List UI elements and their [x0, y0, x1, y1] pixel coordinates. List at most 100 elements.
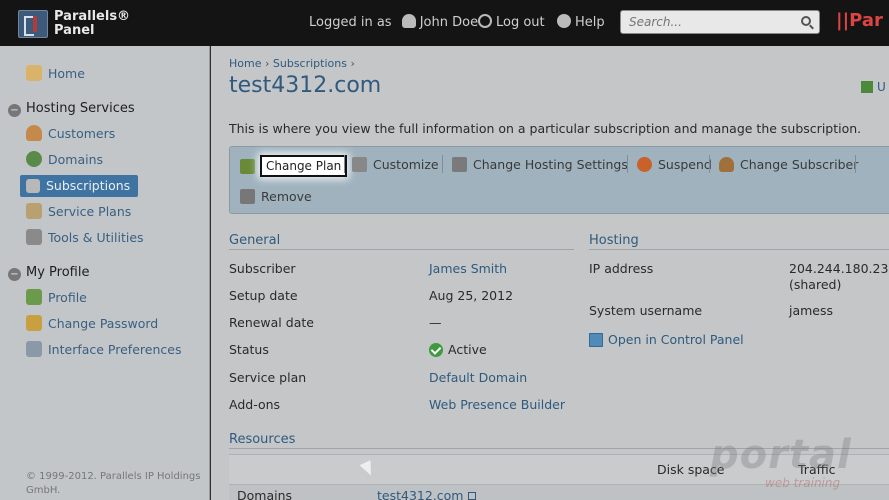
ip-address-label: IP address — [589, 261, 654, 276]
parallels-brand-partial: ||Par — [836, 10, 883, 31]
service-plan-icon — [26, 203, 42, 219]
logo-text-line2: Panel — [54, 23, 95, 38]
suspend-button[interactable]: Suspend — [637, 153, 712, 177]
sidebar: Home − Hosting Services Customers Domains… — [0, 46, 210, 500]
subscriber-label: Subscriber — [229, 261, 296, 276]
customer-icon — [26, 125, 42, 141]
hosting-heading: Hosting — [589, 233, 639, 248]
tools-icon — [26, 229, 42, 245]
status-value: Active — [429, 342, 487, 357]
sidebar-item-label: Subscriptions — [46, 178, 131, 193]
toolbar-separator — [855, 155, 856, 173]
top-bar: Parallels® Panel Logged in as John Doe L… — [0, 0, 889, 46]
collapse-icon: − — [8, 268, 21, 281]
sidebar-item-label: Service Plans — [48, 204, 132, 219]
toolbar-separator — [709, 155, 710, 173]
help-label: Help — [575, 15, 605, 30]
sidebar-item-profile[interactable]: Profile — [26, 288, 87, 308]
user-icon — [401, 14, 416, 28]
search-box[interactable] — [620, 10, 820, 34]
open-control-panel-link[interactable]: Open in Control Panel — [589, 332, 744, 347]
watermark-logo: portal — [710, 432, 852, 478]
sidebar-item-interface-preferences[interactable]: Interface Preferences — [26, 340, 181, 360]
logo-text-line1: Parallels® — [54, 9, 131, 24]
hosting-settings-icon — [452, 157, 467, 172]
customize-label: Customize — [373, 157, 439, 172]
external-link-icon — [467, 492, 476, 500]
system-username-value: jamess — [789, 303, 834, 318]
addons-link[interactable]: Web Presence Builder — [429, 397, 565, 412]
user-name: John Doe — [419, 15, 479, 30]
ip-address-note: (shared) — [789, 277, 842, 292]
breadcrumb: Home › Subscriptions › — [229, 57, 355, 70]
up-level-label: U — [877, 80, 886, 94]
sidebar-item-subscriptions[interactable]: Subscriptions — [20, 175, 139, 197]
change-hosting-settings-button[interactable]: Change Hosting Settings — [452, 153, 628, 177]
search-input[interactable] — [621, 11, 791, 33]
up-level-link[interactable]: U — [861, 80, 886, 94]
setup-date-value: Aug 25, 2012 — [429, 288, 514, 303]
domains-row-label: Domains — [237, 488, 293, 500]
sidebar-item-home[interactable]: Home — [26, 64, 85, 84]
ip-address-value: 204.244.180.231 — [789, 261, 889, 276]
sidebar-item-change-password[interactable]: Change Password — [26, 314, 158, 334]
change-subscriber-button[interactable]: Change Subscriber — [719, 153, 858, 177]
customize-icon — [352, 157, 367, 172]
subscriber-icon — [719, 157, 734, 172]
subscriber-link[interactable]: James Smith — [429, 261, 507, 276]
key-icon — [26, 315, 42, 331]
sidebar-item-label: Profile — [48, 290, 87, 305]
change-plan-button[interactable]: Change Plan — [260, 155, 348, 177]
suspend-icon — [637, 157, 652, 172]
status-label: Status — [229, 342, 269, 357]
customize-button[interactable]: Customize — [352, 153, 439, 177]
page-title: test4312.com — [229, 73, 382, 98]
breadcrumb-subscriptions[interactable]: Subscriptions — [273, 57, 347, 70]
section-divider — [229, 249, 574, 250]
domain-link-text: test4312.com — [377, 488, 464, 500]
sidebar-item-label: Home — [48, 66, 85, 81]
breadcrumb-home[interactable]: Home — [229, 57, 261, 70]
search-icon[interactable] — [801, 16, 811, 26]
check-icon — [429, 343, 443, 357]
toolbar-separator — [442, 155, 443, 173]
toolbar-separator — [344, 155, 345, 173]
sidebar-section-label: Hosting Services — [26, 101, 135, 116]
subscription-toolbar: Change Plan Customize Change Hosting Set… — [229, 146, 889, 214]
remove-button[interactable]: Remove — [240, 185, 312, 209]
sidebar-item-service-plans[interactable]: Service Plans — [26, 202, 131, 222]
logged-in-text: Logged in as John Doe — [309, 14, 478, 30]
parallels-logo[interactable]: Parallels® Panel — [18, 8, 130, 40]
service-plan-link[interactable]: Default Domain — [429, 370, 527, 385]
watermark-subtitle: web training — [765, 476, 841, 490]
section-divider — [589, 249, 889, 250]
sidebar-section-hosting[interactable]: − Hosting Services — [8, 99, 135, 119]
sidebar-item-label: Interface Preferences — [48, 342, 182, 357]
domain-link[interactable]: test4312.com — [377, 488, 476, 500]
profile-icon — [26, 289, 42, 305]
resources-heading: Resources — [229, 432, 296, 447]
logged-in-label: Logged in as — [309, 15, 392, 30]
addons-label: Add-ons — [229, 397, 281, 412]
sidebar-item-customers[interactable]: Customers — [26, 124, 115, 144]
change-hosting-label: Change Hosting Settings — [473, 157, 628, 172]
subscription-icon — [26, 179, 40, 193]
home-icon — [26, 65, 42, 81]
sidebar-item-tools[interactable]: Tools & Utilities — [26, 228, 144, 248]
parallels-logo-icon — [18, 10, 48, 38]
sidebar-section-label: My Profile — [26, 265, 90, 280]
copyright-text: © 1999-2012. Parallels IP Holdings GmbH. — [26, 471, 201, 496]
help-link[interactable]: Help — [557, 14, 605, 30]
logout-link[interactable]: Log out — [478, 14, 545, 30]
preferences-icon — [26, 341, 42, 357]
sidebar-item-label: Change Password — [48, 316, 159, 331]
breadcrumb-separator: › — [350, 57, 355, 70]
renewal-date-value: — — [429, 315, 442, 330]
service-plan-label: Service plan — [229, 370, 307, 385]
sidebar-item-domains[interactable]: Domains — [26, 150, 103, 170]
power-icon — [478, 14, 492, 28]
control-panel-icon — [589, 333, 603, 347]
remove-label: Remove — [261, 189, 312, 204]
system-username-label: System username — [589, 303, 703, 318]
sidebar-section-profile[interactable]: − My Profile — [8, 263, 89, 283]
